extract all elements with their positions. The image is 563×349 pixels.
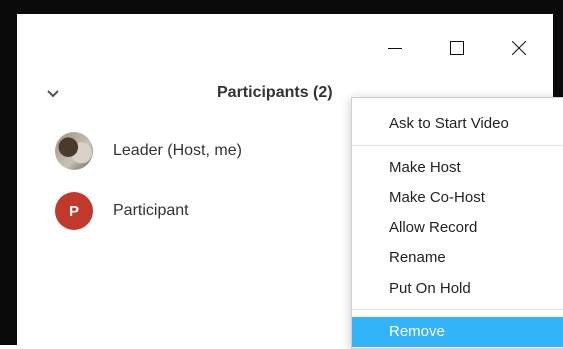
menu-item-put-on-hold[interactable]: Put On Hold: [352, 274, 563, 304]
menu-item-make-host[interactable]: Make Host: [352, 153, 563, 183]
menu-item-ask-to-start-video[interactable]: Ask to Start Video: [352, 109, 563, 139]
participant-row[interactable]: P Participant: [55, 191, 189, 231]
window-frame-top: [0, 0, 563, 14]
window-frame-left: [0, 0, 17, 345]
avatar: P: [55, 192, 93, 230]
close-button[interactable]: [499, 28, 539, 68]
minimize-icon: [388, 48, 402, 49]
close-icon: [512, 41, 526, 55]
menu-item-make-co-host[interactable]: Make Co-Host: [352, 183, 563, 213]
maximize-button[interactable]: [437, 28, 477, 68]
maximize-icon: [450, 41, 464, 55]
menu-divider: [352, 145, 563, 146]
menu-item-remove[interactable]: Remove: [352, 317, 563, 347]
panel-title: Participants (2): [217, 84, 333, 101]
participant-context-menu: Ask to Start Video Make Host Make Co-Hos…: [351, 97, 563, 349]
menu-item-rename[interactable]: Rename: [352, 243, 563, 273]
avatar-letter: P: [68, 202, 79, 220]
participant-row[interactable]: Leader (Host, me): [55, 131, 242, 171]
participant-name: Participant: [113, 202, 189, 219]
participants-window: Participants (2) Leader (Host, me) P Par…: [17, 14, 563, 349]
collapse-chevron-icon[interactable]: [47, 86, 59, 98]
participant-name: Leader (Host, me): [113, 142, 242, 159]
menu-divider: [352, 309, 563, 310]
minimize-button[interactable]: [375, 28, 415, 68]
avatar: [55, 132, 93, 170]
menu-item-allow-record[interactable]: Allow Record: [352, 213, 563, 243]
